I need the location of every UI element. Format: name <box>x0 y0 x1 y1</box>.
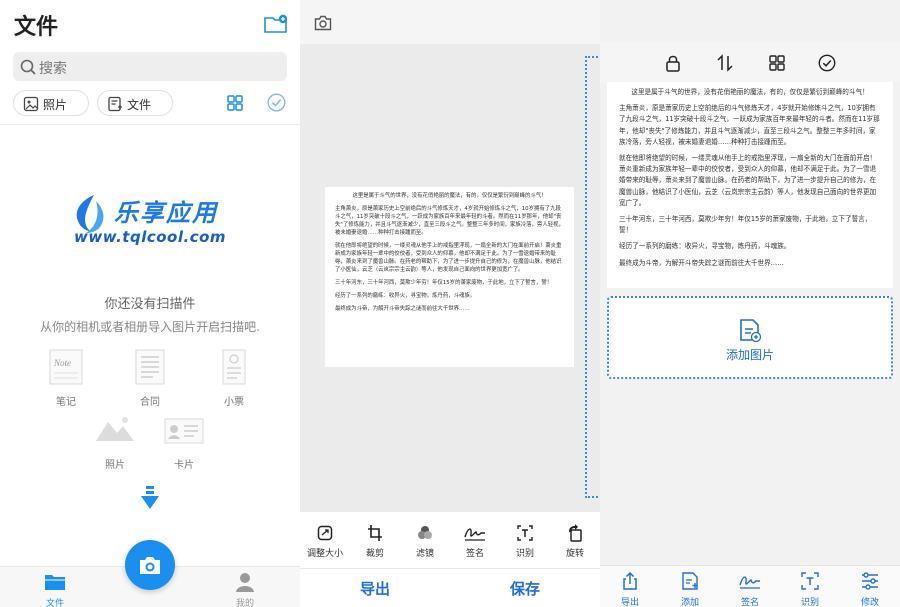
page-title: 文件 <box>14 15 59 40</box>
doc-paragraph: 经历了一系列的磨练：收异火，寻宝物，炼丹药，斗魂族。 <box>335 293 476 299</box>
doc-paragraph: 最终成为斗帝，为解开斗帝失踪之谜而前往大千世界…… <box>619 258 784 267</box>
new-folder-icon[interactable] <box>264 14 288 34</box>
edit-toolbar: 调整大小 裁剪 滤镜 签名 识别 旋转 <box>300 512 600 568</box>
signature-icon <box>464 528 485 541</box>
filter-icon <box>418 526 432 539</box>
save-button[interactable]: 保存 <box>510 578 540 599</box>
search-bar[interactable]: 搜索 <box>13 52 287 81</box>
doc-paragraph: 主角萧炎，原是萧家历史上空前绝后的斗气修炼天才，4岁就开始修炼斗之气，10岁拥有… <box>335 206 564 236</box>
tab-label: 文件 <box>45 599 64 607</box>
grid-icon[interactable] <box>768 54 786 72</box>
search-placeholder: 搜索 <box>39 61 67 77</box>
tool-label: 旋转 <box>565 549 584 559</box>
resize-icon <box>317 525 333 541</box>
action-label: 识别 <box>800 598 819 607</box>
pages-bottom-bar: 导出 添加 签名 识别 修改 <box>600 565 900 607</box>
category-label: 照片 <box>105 460 125 471</box>
arrow-down-icon <box>141 486 159 509</box>
check-circle-icon[interactable] <box>818 54 836 72</box>
user-icon <box>236 573 254 592</box>
next-page-placeholder <box>585 56 600 498</box>
doc-paragraph: 这里是属于斗气的世界，没有花俏艳丽的魔法，有的，仅仅是繁衍到巅峰的斗气！ <box>352 193 547 199</box>
add-icon <box>682 572 698 590</box>
filter-chip-file[interactable]: 文件 <box>97 90 173 116</box>
action-label: 签名 <box>740 598 759 607</box>
document-preview-page[interactable]: 这里是属于斗气的世界，没有花俏艳丽的魔法，有的，仅仅是繁衍到巅峰的斗气！ 主角萧… <box>325 187 574 367</box>
photo-icon <box>96 417 134 441</box>
rotate-icon <box>569 524 582 542</box>
edit-screen: 这里是属于斗气的世界，没有花俏艳丽的魔法，有的，仅仅是繁衍到巅峰的斗气！ 主角萧… <box>300 0 600 607</box>
doc-paragraph: 三十年河东，三十年河西，莫欺少年穷！年仅15岁的萧家废物，于此地，立下了誓言，誓… <box>619 215 872 235</box>
logo-url: www.tqlcool.com <box>74 228 227 246</box>
adjust-icon <box>862 572 878 590</box>
pages-top-bar <box>600 42 900 82</box>
sort-icon[interactable] <box>716 54 734 72</box>
note-icon: Note <box>49 349 83 385</box>
select-check-icon[interactable] <box>267 93 286 112</box>
empty-state-subtitle: 从你的相机或者相册导入图片开启扫描吧. <box>40 320 260 334</box>
divider <box>0 124 300 125</box>
category-label: 小票 <box>224 397 244 408</box>
action-label: 修改 <box>860 598 879 607</box>
camera-icon[interactable] <box>314 15 332 31</box>
search-icon <box>20 59 36 75</box>
doc-paragraph: 经历了一系列的磨练：收异火，寻宝物，炼丹药，斗魂族。 <box>619 242 791 251</box>
doc-paragraph: 就在他即将绝望的时候，一缕灵魂从他手上的戒指里浮现，一扇全新的大门在面前开启！萧… <box>619 154 877 207</box>
category-label: 笔记 <box>56 397 76 408</box>
add-image-icon <box>740 319 761 342</box>
svg-text:Note: Note <box>53 358 71 368</box>
watermark-logo: 乐享应用 www.tqlcool.com <box>66 191 246 253</box>
crop-icon <box>368 525 382 541</box>
doc-paragraph: 最终成为斗帝，为解开斗帝失踪之谜而前往大千世界…… <box>335 306 470 312</box>
receipt-icon <box>222 349 246 385</box>
edit-action-bar: 导出 保存 <box>300 568 600 607</box>
add-image-label: 添加图片 <box>725 348 774 362</box>
document-pages-screen: 这里是属于斗气的世界，没有花俏艳丽的魔法，有的，仅仅是繁衍到巅峰的斗气！ 主角萧… <box>600 0 900 607</box>
logo-name: 乐享应用 <box>114 199 218 227</box>
category-label: 合同 <box>140 397 160 408</box>
filter-chip-photo[interactable]: 照片 <box>13 90 89 116</box>
doc-paragraph: 主角萧炎，原是萧家历史上空前绝后的斗气修炼天才，4岁就开始修炼斗之气，10岁拥有… <box>619 104 880 146</box>
recognize-icon <box>801 572 819 590</box>
recognize-icon <box>517 525 533 541</box>
camera-scan-button[interactable] <box>125 540 175 590</box>
card-icon <box>164 418 204 444</box>
filter-chip-label: 照片 <box>43 98 68 112</box>
lock-icon[interactable] <box>664 54 682 72</box>
camera-icon <box>140 557 160 574</box>
action-label: 导出 <box>620 598 639 607</box>
category-label: 卡片 <box>174 460 194 471</box>
files-screen: 文件 搜索 照片 文件 乐享应用 www.tqlcool.com 你还没有扫描件… <box>0 0 300 607</box>
add-image-button[interactable]: 添加图片 <box>607 296 893 379</box>
folder-icon <box>45 575 65 590</box>
action-label: 添加 <box>680 598 699 607</box>
export-button[interactable]: 导出 <box>360 578 390 599</box>
tab-label: 我的 <box>235 599 254 607</box>
signature-icon <box>739 576 760 589</box>
doc-paragraph: 三十年河东，三十年河西，莫欺少年穷！年仅15岁的萧家废物，于此地，立下了誓言，誓… <box>335 280 553 286</box>
edit-top-bar <box>300 0 600 44</box>
doc-paragraph: 这里是属于斗气的世界，没有花俏艳丽的魔法，有的，仅仅是繁衍到巅峰的斗气！ <box>631 88 869 96</box>
document-page-thumbnail[interactable]: 这里是属于斗气的世界，没有花俏艳丽的魔法，有的，仅仅是繁衍到巅峰的斗气！ 主角萧… <box>607 82 893 288</box>
doc-paragraph: 就在他即将绝望的时候，一缕灵魂从他手上的戒指里浮现，一扇全新的大门在面前开启！萧… <box>335 243 562 273</box>
empty-state-title: 你还没有扫描件 <box>104 297 196 312</box>
contract-icon <box>135 349 165 385</box>
photo-icon <box>23 96 39 112</box>
filter-chip-label: 文件 <box>127 98 152 112</box>
export-icon <box>623 572 637 590</box>
file-icon <box>108 96 122 112</box>
grid-view-icon[interactable] <box>227 95 243 111</box>
